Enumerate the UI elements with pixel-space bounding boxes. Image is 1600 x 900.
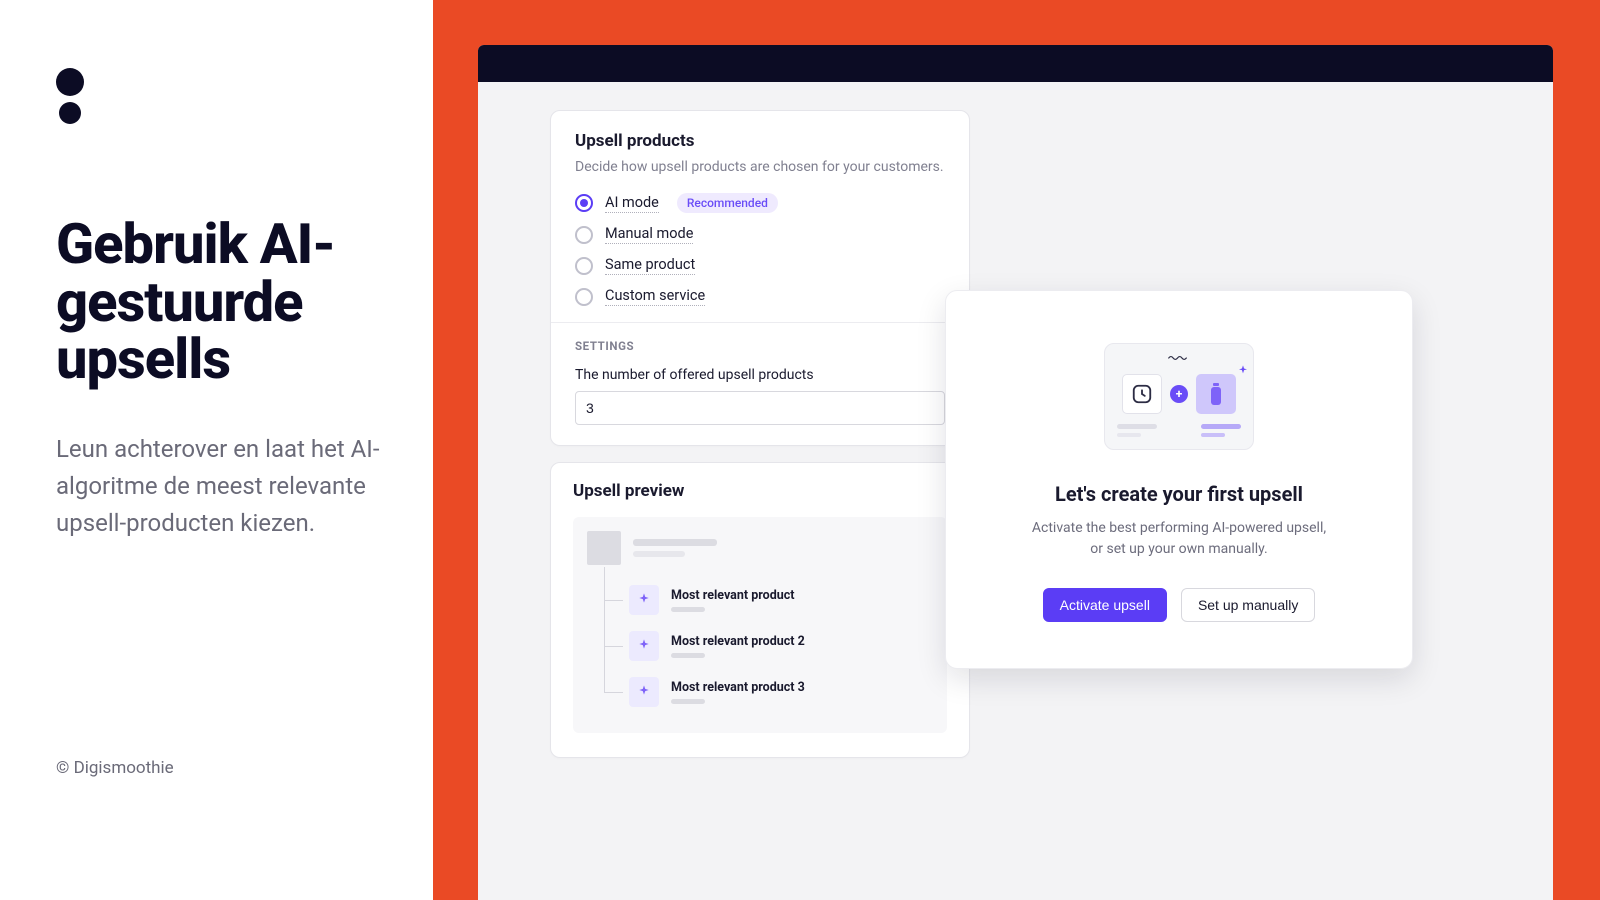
preview-item-title: Most relevant product 3 (671, 680, 805, 695)
create-first-upsell-modal: + Let's create your first upsell (945, 290, 1413, 669)
radio-label: Same product (605, 256, 695, 275)
radio-same-product[interactable]: Same product (575, 256, 945, 275)
sparkle-icon (1235, 364, 1251, 380)
upsell-preview-card: Upsell preview (550, 462, 970, 758)
radio-manual-mode[interactable]: Manual mode (575, 225, 945, 244)
radio-icon (575, 226, 593, 244)
marketing-panel: Gebruik AI-gestuurde upsells Leun achter… (0, 0, 433, 900)
setup-manually-button[interactable]: Set up manually (1181, 588, 1315, 622)
logo-icon (56, 68, 393, 124)
activate-upsell-button[interactable]: Activate upsell (1043, 588, 1167, 622)
marketing-headline: Gebruik AI-gestuurde upsells (56, 216, 393, 389)
bottle-icon (1196, 374, 1236, 414)
radio-label: AI mode (605, 194, 659, 213)
preview-item: Most relevant product (605, 577, 933, 623)
sparkle-icon (629, 631, 659, 661)
modal-description: Activate the best performing AI-powered … (986, 518, 1372, 560)
card-title: Upsell products (575, 131, 945, 151)
app-titlebar (478, 45, 1553, 82)
preview-item: Most relevant product 3 (605, 669, 933, 715)
sparkle-icon (629, 585, 659, 615)
number-of-upsells-input[interactable] (575, 391, 945, 425)
radio-label: Custom service (605, 287, 705, 306)
preview-root-product (587, 531, 933, 565)
radio-icon (575, 194, 593, 212)
app-canvas: Upsell products Decide how upsell produc… (550, 110, 1553, 900)
recommended-badge: Recommended (677, 193, 778, 213)
radio-icon (575, 288, 593, 306)
modal-illustration: + (986, 343, 1372, 450)
radio-icon (575, 257, 593, 275)
plus-icon: + (1170, 385, 1188, 403)
modal-title: Let's create your first upsell (986, 482, 1372, 506)
clock-icon (1122, 374, 1162, 414)
preview-item: Most relevant product 2 (605, 623, 933, 669)
sparkle-icon (629, 677, 659, 707)
radio-label: Manual mode (605, 225, 693, 244)
copyright-text: © Digismoothie (56, 758, 174, 778)
settings-heading: SETTINGS (575, 339, 945, 353)
card-description: Decide how upsell products are chosen fo… (575, 159, 945, 175)
radio-custom-service[interactable]: Custom service (575, 287, 945, 306)
product-thumb-placeholder (587, 531, 621, 565)
marketing-subhead: Leun achterover en laat het AI-algoritme… (56, 431, 393, 543)
number-field-label: The number of offered upsell products (575, 367, 945, 383)
preview-title: Upsell preview (573, 481, 947, 501)
radio-ai-mode[interactable]: AI mode Recommended (575, 193, 945, 213)
preview-item-title: Most relevant product 2 (671, 634, 805, 649)
preview-body: Most relevant product Most relevant prod… (573, 517, 947, 733)
wave-icon (1168, 354, 1190, 362)
preview-item-title: Most relevant product (671, 588, 794, 603)
app-window: Upsell products Decide how upsell produc… (478, 45, 1553, 900)
upsell-products-card: Upsell products Decide how upsell produc… (550, 110, 970, 446)
stage: Upsell products Decide how upsell produc… (433, 0, 1600, 900)
